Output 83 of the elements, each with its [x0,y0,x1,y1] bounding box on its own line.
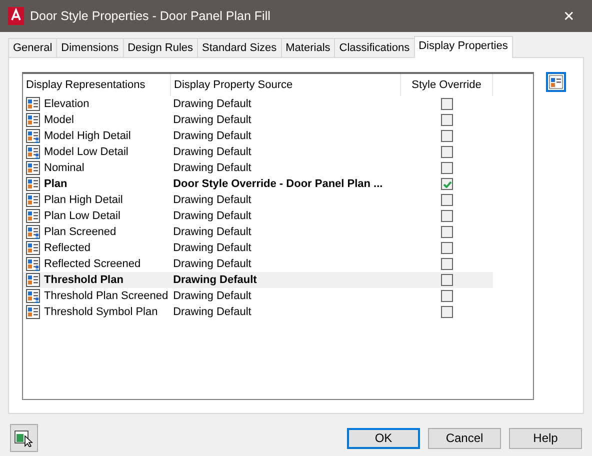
override-checkbox[interactable] [441,274,454,286]
display-rep-icon [26,113,40,127]
representation-name: Plan [44,178,68,190]
override-checkbox[interactable] [441,306,454,318]
app-logo-icon [8,7,24,25]
list-row[interactable]: Plan Door Style Override - Door Panel Plan ... [23,176,493,192]
property-source: Drawing Default [172,242,252,254]
display-rep-icon [26,241,40,255]
representation-name: Elevation [44,98,90,110]
representation-name: Nominal [44,162,84,174]
list-row[interactable]: Reflected Screened Drawing Default [23,256,493,272]
display-rep-shared-icon [26,289,40,303]
select-objects-button[interactable] [10,424,38,452]
list-row[interactable]: Threshold Symbol Plan Drawing Default [23,304,493,320]
list-row[interactable]: Model High Detail Drawing Default [23,128,493,144]
representation-name: Threshold Plan Screened [44,290,168,302]
display-rep-shared-icon [26,145,40,159]
property-source: Drawing Default [172,274,258,286]
override-checkbox[interactable] [441,290,454,302]
override-checkbox[interactable] [441,162,454,174]
list-row[interactable]: Plan High Detail Drawing Default [23,192,493,208]
representation-name: Reflected Screened [44,258,141,270]
column-header[interactable]: Display Representations [23,74,171,96]
representation-name: Plan Screened [44,226,116,238]
representation-name: Model [44,114,74,126]
property-source: Drawing Default [172,146,252,158]
override-checkbox[interactable] [441,178,454,190]
representation-name: Model Low Detail [44,146,128,158]
representation-name: Model High Detail [44,130,131,142]
property-source: Drawing Default [172,258,252,270]
override-checkbox[interactable] [441,130,454,142]
list-row[interactable]: Plan Screened Drawing Default [23,224,493,240]
dialog-button[interactable]: Cancel [428,428,501,448]
tab[interactable]: Display Properties [414,36,513,58]
list-row[interactable]: Model Drawing Default [23,112,493,128]
property-source: Drawing Default [172,130,252,142]
column-header[interactable]: Display Property Source [171,74,401,96]
display-properties-button[interactable] [546,72,566,92]
override-checkbox[interactable] [441,226,454,238]
display-rep-shared-icon [26,129,40,143]
property-source: Drawing Default [172,290,252,302]
dialog-button[interactable]: OK [347,428,420,448]
list-row[interactable]: Plan Low Detail Drawing Default [23,208,493,224]
display-rep-icon [26,305,40,319]
tab[interactable]: General [8,38,58,57]
close-button[interactable]: ✕ [546,8,592,24]
display-rep-shared-icon [26,225,40,239]
override-checkbox[interactable] [441,258,454,270]
property-source: Drawing Default [172,114,252,126]
property-source: Door Style Override - Door Panel Plan ... [172,178,384,190]
property-source: Drawing Default [172,306,252,318]
display-rep-icon [26,193,40,207]
dialog-button[interactable]: Help [509,428,582,448]
display-rep-icon [26,273,40,287]
representation-name: Threshold Symbol Plan [44,306,158,318]
list-row[interactable]: Nominal Drawing Default [23,160,493,176]
override-checkbox[interactable] [441,98,454,110]
list-row[interactable]: Model Low Detail Drawing Default [23,144,493,160]
representation-name: Plan High Detail [44,194,123,206]
list-row[interactable]: Threshold Plan Drawing Default [23,272,493,288]
property-source: Drawing Default [172,210,252,222]
window-title: Door Style Properties - Door Panel Plan Fill [30,9,272,23]
list-row[interactable]: Reflected Drawing Default [23,240,493,256]
display-rep-icon [26,97,40,111]
property-source: Drawing Default [172,226,252,238]
display-rep-icon [26,177,40,191]
property-source: Drawing Default [172,162,252,174]
override-checkbox[interactable] [441,146,454,158]
representation-name: Reflected [44,242,90,254]
display-rep-icon [26,161,40,175]
override-checkbox[interactable] [441,210,454,222]
override-checkbox[interactable] [441,114,454,126]
representation-name: Plan Low Detail [44,210,120,222]
property-source: Drawing Default [172,194,252,206]
display-rep-shared-icon [26,257,40,271]
property-source: Drawing Default [172,98,252,110]
list-row[interactable]: Threshold Plan Screened Drawing Default [23,288,493,304]
override-checkbox[interactable] [441,242,454,254]
override-checkbox[interactable] [441,194,454,206]
representation-name: Threshold Plan [44,274,124,286]
display-rep-icon [26,209,40,223]
list-row[interactable]: Elevation Drawing Default [23,96,493,112]
column-header[interactable]: Style Override [401,74,493,96]
